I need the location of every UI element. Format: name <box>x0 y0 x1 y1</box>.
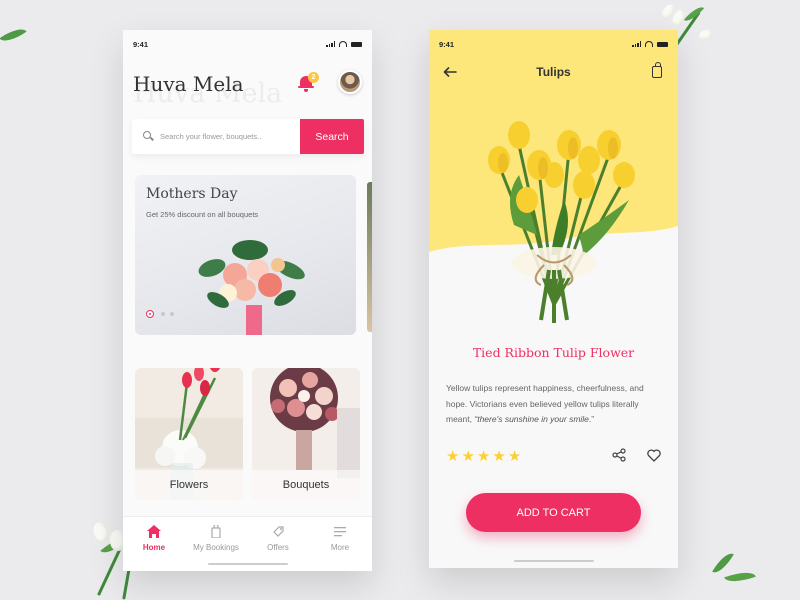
tag-icon <box>273 526 284 537</box>
tab-offers-label: Offers <box>267 543 289 552</box>
status-time: 9:41 <box>133 40 149 49</box>
bottom-tab-bar: Home My Bookings Offers More <box>123 516 372 571</box>
star-icon: ★ <box>476 448 491 465</box>
search-bar: Search <box>132 119 364 154</box>
status-bar: 9:41 <box>429 30 678 58</box>
battery-icon <box>657 41 668 47</box>
tab-home[interactable]: Home <box>123 525 185 552</box>
home-indicator <box>514 560 594 562</box>
search-input[interactable] <box>160 119 300 154</box>
category-card-bouquets[interactable]: Bouquets <box>252 368 360 500</box>
banner-title: Mothers Day <box>146 186 238 202</box>
wifi-icon <box>339 41 347 47</box>
category-label: Bouquets <box>252 470 360 500</box>
carousel-dot[interactable] <box>161 312 165 316</box>
description-quote: “there's sunshine in your smile <box>474 414 589 424</box>
status-time: 9:41 <box>439 40 455 49</box>
signal-icon <box>632 41 641 47</box>
decorative-tulips-top-left <box>0 20 30 70</box>
status-bar: 9:41 <box>123 30 372 58</box>
banner-subtitle: Get 25% discount on all bouquets <box>146 210 259 219</box>
tab-my-bookings-label: My Bookings <box>193 543 239 552</box>
add-to-cart-button[interactable]: ADD TO CART <box>466 493 641 532</box>
search-icon <box>143 131 151 139</box>
tab-offers[interactable]: Offers <box>247 525 309 552</box>
status-icons <box>326 41 362 47</box>
bag-icon <box>211 525 221 538</box>
tab-more-label: More <box>330 543 350 552</box>
status-icons <box>632 41 668 47</box>
carousel-dot-active[interactable] <box>146 310 154 318</box>
tulip-bouquet-image <box>488 121 635 323</box>
avatar[interactable] <box>338 70 362 94</box>
description-end: .” <box>588 414 595 424</box>
search-button[interactable]: Search <box>300 119 364 154</box>
battery-icon <box>351 41 362 47</box>
home-screen: 9:41 Huva Mela Huva Mela 2 Search Mother… <box>123 30 372 571</box>
product-title: Tied Ribbon Tulip Flower <box>472 345 635 360</box>
star-icon: ★ <box>492 448 506 465</box>
next-banner-peek[interactable] <box>367 182 372 332</box>
category-card-flowers[interactable]: Flowers <box>135 368 243 500</box>
star-icon: ★ <box>507 448 522 465</box>
promo-banner[interactable]: Mothers Day Get 25% discount on all bouq… <box>135 175 356 335</box>
tab-my-bookings[interactable]: My Bookings <box>185 525 247 552</box>
page-title: Tulips <box>536 65 571 79</box>
shopping-bag-icon[interactable] <box>652 62 662 78</box>
signal-icon <box>326 41 335 47</box>
bouquet-image <box>198 240 305 335</box>
tab-more[interactable]: More <box>309 525 371 552</box>
product-detail-screen: 9:41 Tulips Tied Ribbon Tulip Flower Yel… <box>429 30 678 568</box>
heart-icon[interactable] <box>647 449 661 462</box>
tab-home-label: Home <box>142 543 166 552</box>
wifi-icon <box>645 41 653 47</box>
star-icon: ★ <box>446 448 460 465</box>
home-icon <box>147 525 161 538</box>
star-rating: ★ ★ ★ ★ ★ <box>446 447 521 465</box>
brand-title: Huva Mela <box>133 72 244 96</box>
menu-icon <box>334 527 346 537</box>
product-description: Yellow tulips represent happiness, cheer… <box>446 381 666 428</box>
carousel-dot[interactable] <box>170 312 174 316</box>
share-icon[interactable] <box>612 448 626 462</box>
notification-badge: 2 <box>308 72 319 83</box>
star-icon: ★ <box>461 448 475 465</box>
category-label: Flowers <box>135 470 243 500</box>
home-indicator <box>208 563 288 565</box>
decorative-leaves-bottom-right <box>700 548 760 600</box>
